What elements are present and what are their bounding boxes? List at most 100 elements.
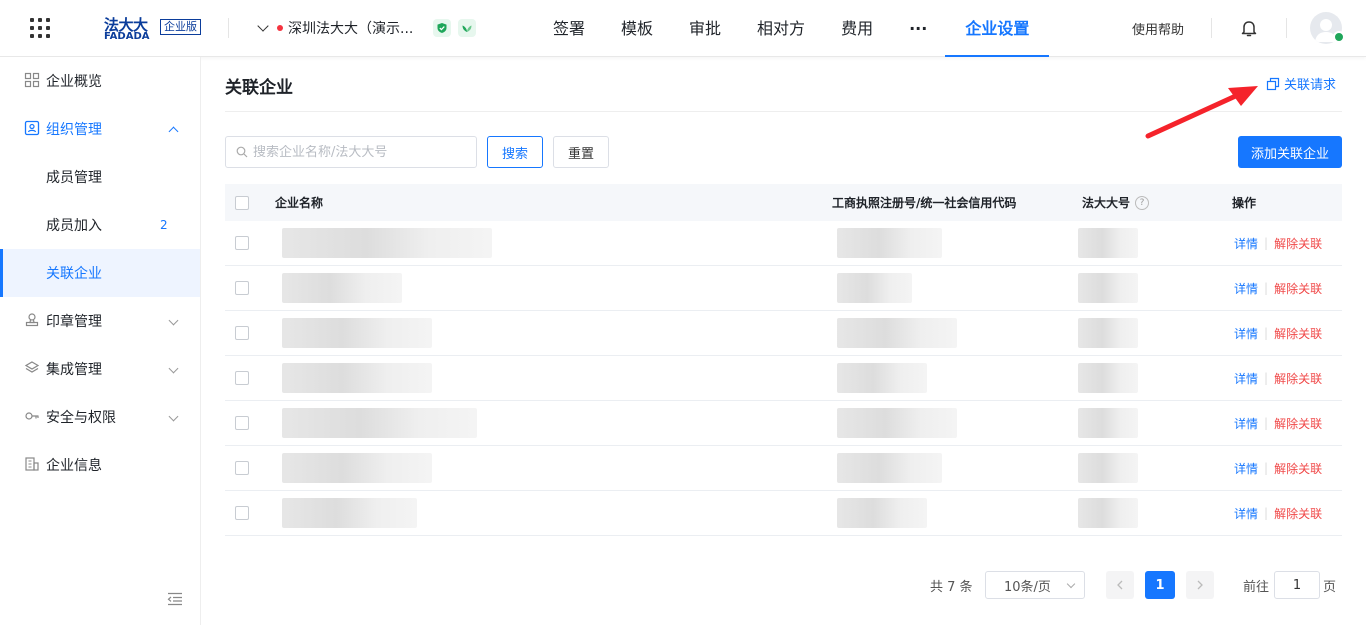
sidebar-item-label: 企业概览 bbox=[46, 74, 102, 90]
nav-enterprise-settings[interactable]: 企业设置 bbox=[945, 0, 1050, 57]
chevron-down-icon bbox=[257, 20, 269, 32]
unlink-link[interactable]: 解除关联 bbox=[1274, 325, 1322, 342]
company-name-cell bbox=[282, 363, 432, 393]
sidebar: 企业概览 组织管理 成员管理 成员加入 2 关联企业 印章管理 集成管理 安全与… bbox=[0, 57, 201, 625]
help-link[interactable]: 使用帮助 bbox=[1132, 19, 1184, 38]
member-join-count-badge: 2 bbox=[160, 218, 168, 232]
sidebar-item-members[interactable]: 成员管理 bbox=[0, 153, 200, 201]
row-checkbox[interactable] bbox=[235, 236, 249, 250]
nav-sign[interactable]: 签署 bbox=[535, 0, 603, 57]
sidebar-item-overview[interactable]: 企业概览 bbox=[0, 57, 200, 105]
row-checkbox[interactable] bbox=[235, 281, 249, 295]
sidebar-item-label: 印章管理 bbox=[46, 314, 102, 330]
search-button[interactable]: 搜索 bbox=[487, 136, 543, 168]
sidebar-item-label: 成员管理 bbox=[46, 170, 102, 186]
verified-shield-icon[interactable] bbox=[433, 19, 451, 37]
company-name-cell bbox=[282, 228, 492, 258]
company-name: 深圳法大大（演示... bbox=[288, 21, 414, 37]
fadada-id-cell bbox=[1078, 453, 1138, 483]
table-row: 详情 | 解除关联 bbox=[225, 221, 1342, 266]
search-field[interactable] bbox=[225, 136, 477, 168]
unlink-link[interactable]: 解除关联 bbox=[1274, 235, 1322, 252]
row-checkbox[interactable] bbox=[235, 371, 249, 385]
layers-icon bbox=[24, 361, 40, 373]
sidebar-item-security[interactable]: 安全与权限 bbox=[0, 393, 200, 441]
sidebar-item-label: 组织管理 bbox=[46, 122, 102, 138]
sidebar-item-label: 企业信息 bbox=[46, 458, 102, 474]
next-page-button[interactable] bbox=[1186, 571, 1214, 599]
action-separator: | bbox=[1264, 326, 1269, 340]
unlink-link[interactable]: 解除关联 bbox=[1274, 460, 1322, 477]
nav-template[interactable]: 模板 bbox=[603, 0, 671, 57]
nav-more[interactable]: ··· bbox=[891, 0, 945, 57]
company-name-cell bbox=[282, 408, 477, 438]
detail-link[interactable]: 详情 bbox=[1234, 235, 1258, 252]
top-bar: 法大大 FADADA 企业版 深圳法大大（演示... 签署 模板 审批 相对方 … bbox=[0, 0, 1366, 57]
unlink-link[interactable]: 解除关联 bbox=[1274, 370, 1322, 387]
col-fadada-id: 法大大号 ? bbox=[1082, 184, 1150, 221]
detail-link[interactable]: 详情 bbox=[1234, 280, 1258, 297]
sidebar-item-label: 关联企业 bbox=[46, 266, 102, 282]
search-input[interactable] bbox=[253, 144, 463, 160]
detail-link[interactable]: 详情 bbox=[1234, 460, 1258, 477]
building-icon bbox=[25, 457, 39, 471]
license-code-cell bbox=[837, 228, 942, 258]
nav-approval[interactable]: 审批 bbox=[671, 0, 739, 57]
sidebar-item-company-info[interactable]: 企业信息 bbox=[0, 441, 200, 489]
add-affiliated-company-button[interactable]: 添加关联企业 bbox=[1238, 136, 1342, 168]
page-size-select[interactable]: 10条/页 bbox=[985, 571, 1085, 599]
row-checkbox[interactable] bbox=[235, 326, 249, 340]
notification-bell-icon[interactable] bbox=[1238, 17, 1260, 39]
table-row: 详情 | 解除关联 bbox=[225, 356, 1342, 401]
detail-link[interactable]: 详情 bbox=[1234, 415, 1258, 432]
detail-link[interactable]: 详情 bbox=[1234, 370, 1258, 387]
fadada-id-cell bbox=[1078, 273, 1138, 303]
unlink-link[interactable]: 解除关联 bbox=[1274, 280, 1322, 297]
row-checkbox[interactable] bbox=[235, 506, 249, 520]
fadada-id-cell bbox=[1078, 408, 1138, 438]
reset-button[interactable]: 重置 bbox=[553, 136, 609, 168]
detail-link[interactable]: 详情 bbox=[1234, 505, 1258, 522]
unlink-link[interactable]: 解除关联 bbox=[1274, 505, 1322, 522]
affiliated-company-table: 企业名称 工商执照注册号/统一社会信用代码 法大大号 ? 操作 详情 | 解除关联详… bbox=[225, 184, 1342, 536]
sidebar-item-label: 集成管理 bbox=[46, 362, 102, 378]
detail-link[interactable]: 详情 bbox=[1234, 325, 1258, 342]
unlink-link[interactable]: 解除关联 bbox=[1274, 415, 1322, 432]
company-switcher[interactable]: 深圳法大大（演示... bbox=[257, 16, 413, 40]
prev-page-button[interactable] bbox=[1106, 571, 1134, 599]
fadada-id-cell bbox=[1078, 318, 1138, 348]
affiliation-request-label: 关联请求 bbox=[1284, 78, 1337, 93]
enterprise-edition-badge: 企业版 bbox=[160, 19, 201, 35]
sidebar-item-member-join[interactable]: 成员加入 2 bbox=[0, 201, 200, 249]
col-fadada-id-label: 法大大号 bbox=[1082, 196, 1131, 210]
overview-icon bbox=[24, 72, 40, 88]
nav-fees[interactable]: 费用 bbox=[823, 0, 891, 57]
chevron-right-icon bbox=[1197, 580, 1203, 590]
page-1-button[interactable]: 1 bbox=[1145, 571, 1175, 599]
sidebar-item-affiliated[interactable]: 关联企业 bbox=[0, 249, 200, 297]
page-size-value: 10条/页 bbox=[1004, 579, 1051, 595]
apps-grid-icon[interactable] bbox=[30, 18, 50, 38]
fadada-id-cell bbox=[1078, 228, 1138, 258]
row-checkbox[interactable] bbox=[235, 461, 249, 475]
sidebar-item-seal[interactable]: 印章管理 bbox=[0, 297, 200, 345]
green-leaf-icon[interactable] bbox=[458, 19, 476, 37]
header-divider bbox=[228, 18, 229, 38]
license-code-cell bbox=[837, 318, 957, 348]
row-checkbox[interactable] bbox=[235, 416, 249, 430]
collapse-sidebar-icon[interactable] bbox=[167, 592, 183, 606]
goto-page-input[interactable] bbox=[1274, 571, 1320, 599]
action-separator: | bbox=[1264, 281, 1269, 295]
sidebar-item-label: 安全与权限 bbox=[46, 410, 116, 426]
main-nav: 签署 模板 审批 相对方 费用 ··· 企业设置 bbox=[535, 0, 1050, 57]
question-icon[interactable]: ? bbox=[1135, 195, 1150, 210]
org-icon bbox=[24, 120, 40, 136]
sidebar-item-org[interactable]: 组织管理 bbox=[0, 105, 200, 153]
nav-counterparty[interactable]: 相对方 bbox=[739, 0, 823, 57]
fadada-logo[interactable]: 法大大 FADADA 企业版 bbox=[104, 14, 204, 42]
action-separator: | bbox=[1264, 371, 1269, 385]
license-code-cell bbox=[837, 273, 912, 303]
select-all-checkbox[interactable] bbox=[235, 195, 249, 210]
affiliation-request-link[interactable]: 关联请求 bbox=[1266, 74, 1336, 93]
sidebar-item-integration[interactable]: 集成管理 bbox=[0, 345, 200, 393]
